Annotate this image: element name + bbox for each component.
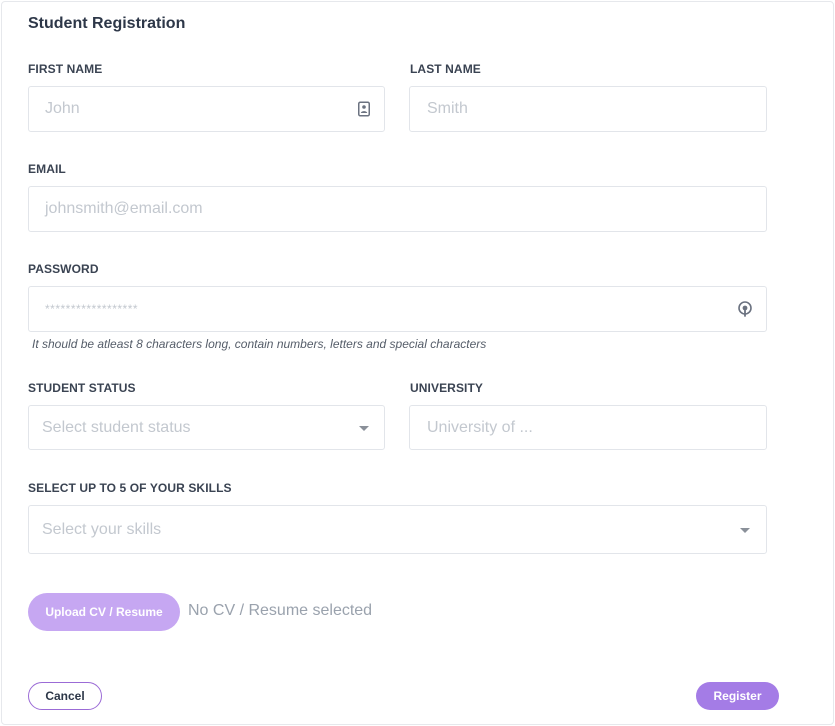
first-name-field[interactable]: John <box>28 86 385 132</box>
last-name-placeholder: Smith <box>427 100 468 117</box>
university-placeholder: University of ... <box>427 418 533 436</box>
first-name-label: FIRST NAME <box>28 62 103 76</box>
student-status-placeholder: Select student status <box>42 418 191 436</box>
password-field[interactable]: ****************** <box>28 286 767 332</box>
form-title: Student Registration <box>28 15 186 32</box>
password-placeholder: ****************** <box>45 302 139 316</box>
skills-select[interactable]: Select your skills <box>28 505 767 554</box>
caret-down-icon <box>359 425 369 431</box>
last-name-field[interactable]: Smith <box>409 86 767 132</box>
register-button[interactable]: Register <box>696 682 779 710</box>
password-visibility-icon[interactable] <box>738 301 752 317</box>
university-field[interactable]: University of ... <box>409 405 767 450</box>
registration-card: Student Registration FIRST NAME John LAS… <box>1 1 834 725</box>
student-status-label: STUDENT STATUS <box>28 381 136 395</box>
cancel-button[interactable]: Cancel <box>28 682 102 710</box>
email-field[interactable]: johnsmith@email.com <box>28 186 767 232</box>
password-hint: It should be atleast 8 characters long, … <box>32 337 487 351</box>
email-placeholder: johnsmith@email.com <box>45 200 203 217</box>
skills-placeholder: Select your skills <box>42 520 162 538</box>
upload-status-text: No CV / Resume selected <box>188 602 373 619</box>
email-label: EMAIL <box>28 162 66 176</box>
student-status-select[interactable]: Select student status <box>28 405 385 450</box>
upload-cv-button[interactable]: Upload CV / Resume <box>28 593 180 631</box>
first-name-placeholder: John <box>45 100 80 117</box>
university-label: UNIVERSITY <box>410 381 484 395</box>
last-name-label: LAST NAME <box>410 62 481 76</box>
caret-down-icon <box>740 527 750 533</box>
contact-card-icon[interactable] <box>358 101 370 117</box>
password-label: PASSWORD <box>28 262 99 276</box>
skills-label: SELECT UP TO 5 OF YOUR SKILLS <box>28 481 232 495</box>
